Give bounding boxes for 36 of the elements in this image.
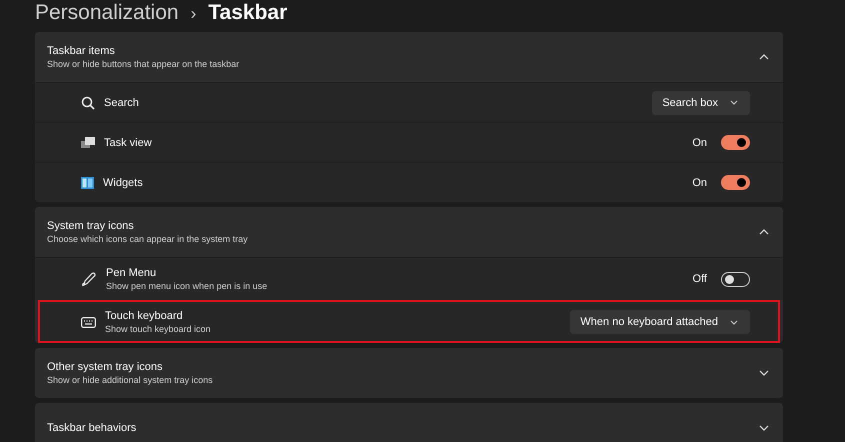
breadcrumb-parent[interactable]: Personalization	[35, 1, 179, 25]
toggle-state-text: On	[692, 136, 707, 148]
setting-label: Widgets	[103, 176, 144, 188]
chevron-icon	[759, 370, 769, 376]
pen-icon	[81, 271, 97, 287]
chevron-icon	[759, 425, 769, 431]
widgets-icon	[81, 176, 94, 188]
keyboard-icon	[81, 316, 96, 328]
section-subtitle: Choose which icons can appear in the system tray	[47, 234, 249, 244]
caret-icon	[730, 100, 738, 105]
dropdown[interactable]: When no keyboard attached	[570, 310, 750, 334]
section-title: Other system tray icons	[47, 361, 164, 373]
chevron-icon	[759, 229, 769, 235]
toggle-state-text: On	[692, 176, 707, 188]
dropdown[interactable]: Search box	[652, 90, 750, 114]
stacked-windows-icon	[81, 136, 95, 148]
page-title: Taskbar	[208, 1, 288, 25]
setting-description: Show pen menu icon when pen is in use	[106, 281, 268, 291]
toggle-switch[interactable]	[721, 272, 750, 286]
toggle-switch[interactable]	[721, 175, 750, 190]
section-title: System tray icons	[47, 220, 135, 232]
section-title: Taskbar items	[47, 45, 116, 57]
toggle-state-text: Off	[692, 273, 707, 285]
section-subtitle: Show or hide additional system tray icons	[47, 375, 214, 385]
setting-label: Task view	[104, 136, 153, 148]
setting-label: Search	[104, 96, 140, 108]
section-title: Taskbar behaviors	[47, 422, 138, 434]
caret-icon	[730, 320, 738, 324]
setting-label: Pen Menu	[106, 267, 158, 279]
toggle-switch[interactable]	[721, 135, 750, 150]
setting-label: Touch keyboard	[105, 310, 184, 322]
chevron-icon	[759, 54, 769, 60]
section-subtitle: Show or hide buttons that appear on the taskbar	[47, 59, 240, 69]
setting-description: Show touch keyboard icon	[105, 324, 212, 334]
search-icon	[81, 96, 95, 110]
breadcrumb-separator: ›	[190, 4, 196, 24]
